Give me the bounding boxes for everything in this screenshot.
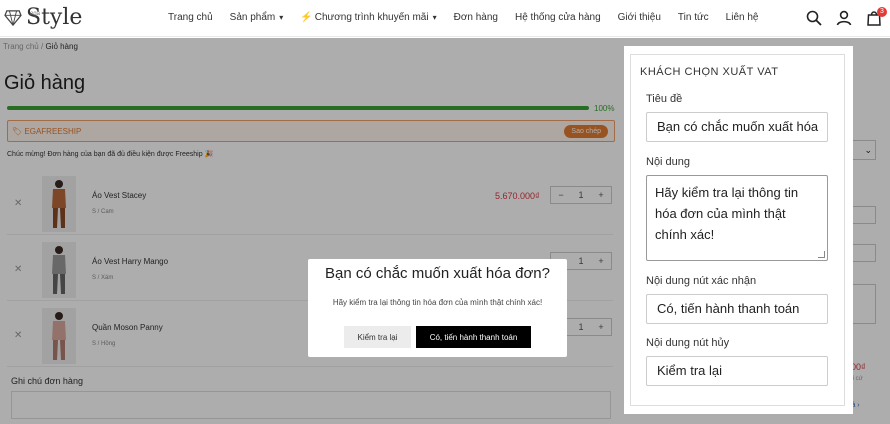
confirm-text-input[interactable]: Có, tiến hành thanh toán	[646, 294, 828, 324]
nav-item[interactable]: ⚡ Chương trình khuyến mãi ▾	[300, 12, 436, 23]
cancel-field-label: Nội dung nút hủy	[646, 337, 730, 349]
nav-item[interactable]: Liên hệ	[726, 12, 759, 23]
vat-settings-panel: KHÁCH CHỌN XUẤT VAT Tiêu đề Bạn có chắc …	[624, 46, 853, 414]
nav-item-label: Trang chủ	[168, 12, 213, 23]
nav-item[interactable]: Hệ thống cửa hàng	[515, 12, 601, 23]
nav-item-label: Chương trình khuyến mãi	[314, 12, 429, 23]
nav-item-label: Sản phẩm	[229, 12, 276, 23]
cart-count-badge: 3	[877, 7, 887, 17]
logo-sub: ega	[30, 11, 41, 17]
nav-item[interactable]: Đơn hàng	[454, 12, 498, 23]
vat-confirm-modal: Bạn có chắc muốn xuất hóa đơn? Hãy kiểm …	[308, 259, 567, 357]
diamond-icon	[4, 10, 22, 26]
nav-item[interactable]: Giới thiệu	[618, 12, 661, 23]
content-text: Hãy kiểm tra lại thông tin hóa đơn của m…	[655, 185, 799, 242]
nav-item[interactable]: Trang chủ	[168, 12, 213, 23]
user-icon[interactable]	[836, 10, 852, 26]
logo-text: ega Style	[26, 5, 82, 31]
cart-button[interactable]: 3	[866, 7, 887, 31]
main-nav: Trang chủ Sản phẩm ▾ ⚡ Chương trình khuyến m…	[168, 12, 775, 23]
nav-item[interactable]: Sản phẩm ▾	[230, 12, 284, 23]
title-field-label: Tiêu đề	[646, 93, 683, 105]
modal-message: Hãy kiểm tra lại thông tin hóa đơn của m…	[332, 298, 543, 307]
cancel-text-input[interactable]: Kiểm tra lại	[646, 356, 828, 386]
modal-title: Bạn có chắc muốn xuất hóa đơn?	[325, 265, 550, 282]
modal-confirm-button[interactable]: Có, tiến hành thanh toán	[416, 326, 531, 348]
content-textarea[interactable]: Hãy kiểm tra lại thông tin hóa đơn của m…	[646, 175, 828, 261]
panel-title: KHÁCH CHỌN XUẤT VAT	[640, 66, 779, 78]
nav-item-label: Giới thiệu	[617, 12, 661, 23]
title-input[interactable]: Bạn có chắc muốn xuất hóa	[646, 112, 828, 142]
chevron-down-icon: ▾	[432, 13, 437, 22]
nav-item-label: Đơn hàng	[453, 12, 498, 23]
nav-item-label: Hệ thống cửa hàng	[514, 12, 601, 23]
resize-handle[interactable]	[818, 251, 825, 258]
nav-item-label: Tin tức	[677, 12, 709, 23]
header-actions: 3	[806, 7, 887, 31]
nav-item-label: Liên hệ	[725, 12, 759, 23]
site-header: ega Style Trang chủ Sản phẩm ▾ ⚡ Chương trìn…	[0, 0, 890, 37]
confirm-field-label: Nội dung nút xác nhận	[646, 275, 757, 287]
search-icon[interactable]	[806, 10, 822, 26]
modal-cancel-button[interactable]: Kiểm tra lại	[344, 326, 411, 348]
nav-item[interactable]: Tin tức	[678, 12, 709, 23]
logo[interactable]: ega Style	[4, 5, 82, 31]
content-field-label: Nội dung	[646, 156, 691, 168]
lightning-icon: ⚡	[300, 12, 313, 23]
chevron-down-icon: ▾	[279, 13, 284, 22]
